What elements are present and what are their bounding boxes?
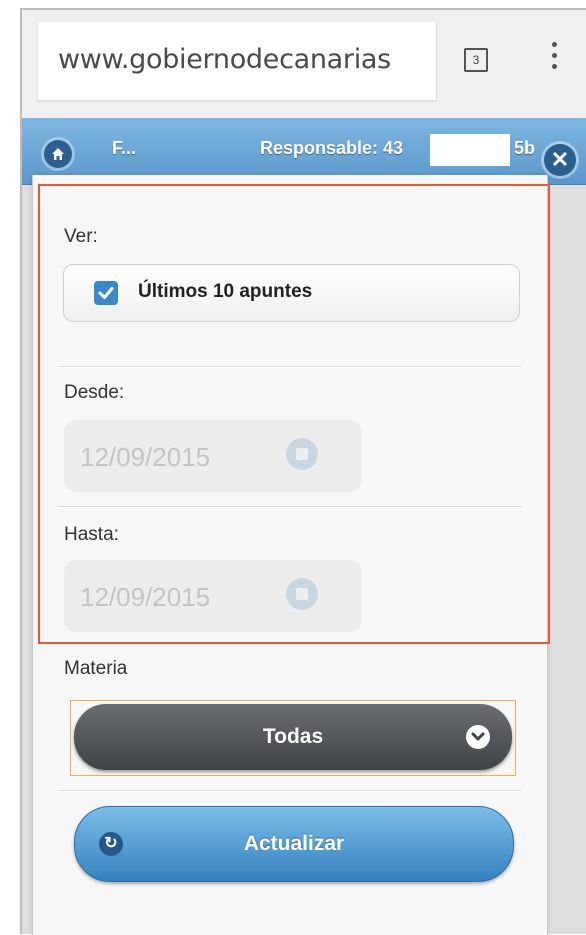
divider xyxy=(58,790,522,791)
ultimos-checkbox-row[interactable]: Últimos 10 apuntes xyxy=(63,264,520,322)
ver-label: Ver: xyxy=(64,226,98,247)
close-icon[interactable]: ✕ xyxy=(544,144,576,176)
checkbox[interactable] xyxy=(94,281,118,305)
calendar-icon[interactable] xyxy=(286,438,318,470)
browser-toolbar: www.gobiernodecanarias 3 xyxy=(22,10,586,118)
calendar-icon[interactable] xyxy=(286,578,318,610)
url-bar[interactable]: www.gobiernodecanarias xyxy=(38,22,436,100)
desde-date-value: 12/09/2015 xyxy=(80,442,211,472)
menu-dots-icon[interactable] xyxy=(552,42,558,82)
checkbox-label: Últimos 10 apuntes xyxy=(138,281,313,302)
checkmark-icon xyxy=(98,287,114,299)
hasta-date-field[interactable]: 12/09/2015 xyxy=(64,560,362,632)
materia-label: Materia xyxy=(64,658,128,679)
materia-select-value: Todas xyxy=(262,725,324,748)
divider xyxy=(58,506,522,507)
tab-switcher-button[interactable]: 3 xyxy=(464,48,488,72)
desde-date-field[interactable]: 12/09/2015 xyxy=(64,420,362,492)
desde-label: Desde: xyxy=(64,382,125,403)
divider xyxy=(58,366,522,367)
home-button[interactable] xyxy=(44,140,72,168)
header-responsable-suffix: 5b xyxy=(514,138,536,158)
hasta-date-value: 12/09/2015 xyxy=(80,582,211,612)
url-text: www.gobiernodecanarias xyxy=(58,44,391,75)
header-title: F... xyxy=(112,138,137,158)
header-responsable: Responsable: 43 xyxy=(260,138,404,158)
materia-select[interactable]: Todas xyxy=(74,704,512,770)
home-icon xyxy=(52,148,64,160)
actualizar-button[interactable]: ↻ Actualizar xyxy=(74,806,514,882)
hasta-label: Hasta: xyxy=(64,524,119,545)
redacted-block xyxy=(430,134,510,166)
actualizar-label: Actualizar xyxy=(243,832,345,855)
chevron-down-icon xyxy=(466,725,490,749)
